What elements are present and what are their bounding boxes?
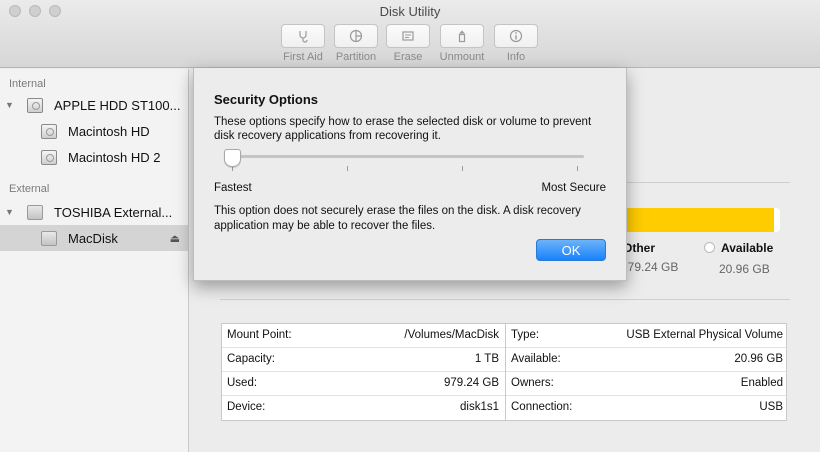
ok-button[interactable]: OK [536,239,606,261]
info-value: 20.96 GB [734,353,783,365]
sidebar-item-apple-hdd[interactable]: ▼ APPLE HDD ST100... [0,92,188,118]
security-slider-knob[interactable] [224,149,241,167]
partition-button[interactable]: Partition [326,24,386,63]
legend-available-value: 20.96 GB [719,262,770,276]
eraser-icon [386,24,430,48]
divider [220,299,790,300]
sidebar-item-label: APPLE HDD ST100... [54,97,181,113]
info-key: Capacity: [227,353,275,365]
window-title: Disk Utility [379,4,441,19]
info-value: USB External Physical Volume [626,329,783,341]
info-value: USB [759,401,783,413]
eject-icon[interactable]: ⏏ [170,232,180,245]
info-row-capacity: Capacity: 1 TB [222,348,505,372]
pie-icon [334,24,378,48]
info-row-used: Used: 979.24 GB [222,372,505,396]
info-key: Available: [511,353,561,365]
info-row-type: Type: USB External Physical Volume [506,324,789,348]
info-key: Type: [511,329,540,341]
info-column-right: Type: USB External Physical Volume Avail… [505,324,789,420]
unmount-button[interactable]: Unmount [432,24,492,63]
info-key: Used: [227,377,258,389]
info-key: Connection: [511,401,573,413]
slider-tick [347,166,348,171]
slider-tick [462,166,463,171]
first-aid-button[interactable]: First Aid [273,24,333,63]
legend-available: Available [721,241,773,255]
legend-other: Other 979.24 GB [621,241,679,274]
info-label: Info [506,51,526,63]
info-key: Device: [227,401,266,413]
first-aid-label: First Aid [283,51,323,63]
info-row-owners: Owners: Enabled [506,372,789,396]
title-bar: Disk Utility First Aid Partition Erase U… [0,0,820,68]
info-column-left: Mount Point: /Volumes/MacDisk Capacity: … [222,324,505,420]
legend-available-label: Available [721,241,774,255]
external-header: External [9,183,50,195]
legend-other-value: 979.24 GB [621,260,679,274]
sidebar-item-label: Macintosh HD [68,123,150,139]
info-value: Enabled [740,377,783,389]
slider-min-label: Fastest [214,182,252,194]
internal-header: Internal [9,78,46,90]
erase-button[interactable]: Erase [378,24,438,63]
info-key: Mount Point: [227,329,292,341]
info-row-mount-point: Mount Point: /Volumes/MacDisk [222,324,505,348]
disclosure-triangle-icon[interactable]: ▼ [5,100,14,110]
sheet-note: This option does not securely erase the … [214,205,581,232]
sheet-description: These options specify how to erase the s… [214,116,592,142]
external-volume-icon [41,230,57,246]
sidebar-item-toshiba-external[interactable]: ▼ TOSHIBA External... [0,199,188,225]
sidebar-item-label: Macintosh HD 2 [68,149,161,165]
info-value: 1 TB [474,353,499,365]
unmount-label: Unmount [439,51,485,63]
info-row-device: Device: disk1s1 [222,396,505,420]
security-slider-track[interactable] [232,155,584,158]
slider-tick [577,166,578,171]
sheet-title: Security Options [214,92,319,107]
sidebar-item-macdisk[interactable]: MacDisk ⏏ [0,225,188,251]
legend-other-label: Other [623,241,656,255]
sidebar-item-macintosh-hd[interactable]: Macintosh HD [0,118,188,144]
erase-label: Erase [393,51,423,63]
info-button[interactable]: Info [486,24,546,63]
available-swatch [704,242,715,253]
info-table: Mount Point: /Volumes/MacDisk Capacity: … [221,323,789,421]
info-value: /Volumes/MacDisk [404,329,499,341]
stethoscope-icon [281,24,325,48]
sidebar: Internal ▼ APPLE HDD ST100... Macintosh … [0,69,189,452]
volume-icon [41,149,57,165]
info-value: 979.24 GB [444,377,499,389]
sidebar-item-label: MacDisk [68,230,118,246]
info-row-available: Available: 20.96 GB [506,348,789,372]
info-key: Owners: [511,377,554,389]
partition-label: Partition [335,51,377,63]
sidebar-item-macintosh-hd-2[interactable]: Macintosh HD 2 [0,144,188,170]
info-value: disk1s1 [460,401,499,413]
unmount-icon [440,24,484,48]
security-options-sheet: Security Options These options specify h… [193,68,627,281]
hard-disk-icon [27,97,43,113]
sidebar-item-label: TOSHIBA External... [54,204,173,220]
info-row-connection: Connection: USB [506,396,789,420]
info-icon [494,24,538,48]
toolbar: First Aid Partition Erase Unmount Info [0,24,820,66]
disclosure-triangle-icon[interactable]: ▼ [5,207,14,217]
volume-icon [41,123,57,139]
slider-max-label: Most Secure [541,182,606,194]
external-disk-icon [27,204,43,220]
